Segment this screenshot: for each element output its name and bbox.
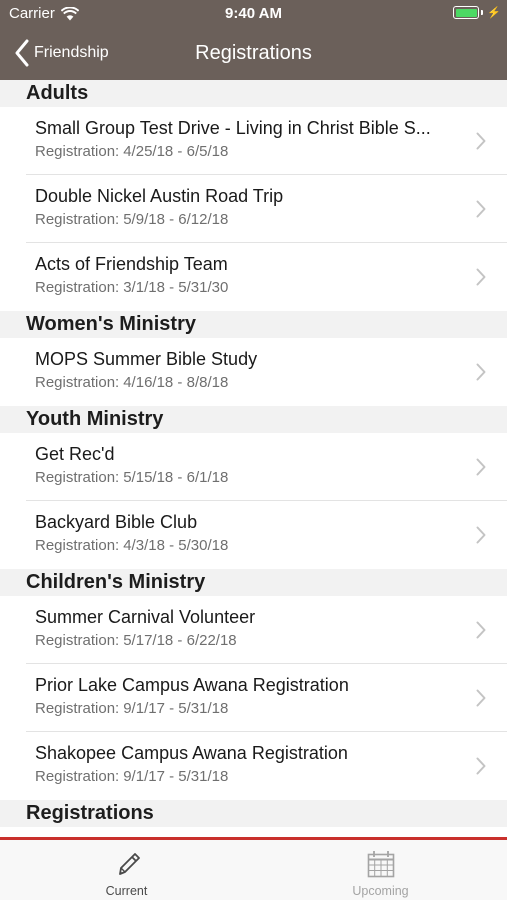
registration-label: Registration:	[35, 632, 120, 649]
tab-bar: Current Upcoming	[0, 837, 507, 900]
registration-row[interactable]: Prior Lake Campus Awana Registration Regi…	[26, 664, 507, 732]
registration-title: Summer Carnival Volunteer	[35, 607, 256, 627]
registration-list[interactable]: Adults Small Group Test Drive - Living in…	[0, 80, 507, 837]
registration-label: Registration:	[35, 537, 120, 554]
registration-label: Registration:	[35, 211, 120, 228]
registration-row[interactable]: Small Group Test Drive - Living in Chris…	[26, 107, 507, 175]
registration-dates: Registration: 5/17/18 - 6/22/18	[35, 632, 237, 649]
registration-title: Small Group Test Drive - Living in Chris…	[35, 118, 431, 138]
status-time: 9:40 AM	[225, 5, 282, 22]
registration-dates: Registration: 5/9/18 - 6/12/18	[35, 211, 228, 228]
section-header: Women's Ministry	[0, 311, 507, 338]
calendar-icon	[367, 851, 394, 878]
chevron-right-icon	[476, 526, 486, 544]
registration-dates: Registration: 4/16/18 - 8/8/18	[35, 374, 228, 391]
registration-label: Registration:	[35, 768, 120, 785]
section-header: Adults	[0, 80, 507, 107]
registration-dates: Registration: 4/25/18 - 6/5/18	[35, 143, 228, 160]
chevron-right-icon	[476, 268, 486, 286]
chevron-right-icon	[476, 132, 486, 150]
battery-tip	[481, 10, 484, 15]
registration-date-range: 4/16/18 - 8/8/18	[123, 374, 229, 391]
tab-current-label: Current	[105, 884, 148, 898]
registration-date-range: 9/1/17 - 5/31/18	[123, 768, 229, 785]
registration-title: Double Nickel Austin Road Trip	[35, 186, 284, 206]
header: Carrier 9:40 AM ⚡ Friendship Registratio…	[0, 0, 507, 80]
registration-title: MOPS Summer Bible Study	[35, 349, 258, 369]
chevron-right-icon	[476, 621, 486, 639]
registration-dates: Registration: 9/1/17 - 5/31/18	[35, 768, 228, 785]
registration-title: Get Rec'd	[35, 444, 115, 464]
registration-date-range: 5/15/18 - 6/1/18	[123, 469, 229, 486]
registration-dates: Registration: 5/15/18 - 6/1/18	[35, 469, 228, 486]
tab-upcoming[interactable]: Upcoming	[254, 840, 507, 900]
registration-date-range: 4/3/18 - 5/30/18	[123, 537, 229, 554]
registration-row[interactable]: Acts of Friendship Team Registration: 3/1/…	[26, 243, 507, 311]
registration-row[interactable]: Shakopee Campus Awana Registration Regist…	[26, 732, 507, 800]
tab-current[interactable]: Current	[0, 840, 253, 900]
registration-dates: Registration: 4/3/18 - 5/30/18	[35, 537, 228, 554]
registration-date-range: 5/17/18 - 6/22/18	[123, 632, 237, 649]
registration-date-range: 4/25/18 - 6/5/18	[123, 143, 229, 160]
section-header: Children's Ministry	[0, 569, 507, 596]
registration-title: Shakopee Campus Awana Registration	[35, 743, 348, 763]
registration-dates: Registration: 9/1/17 - 5/31/18	[35, 700, 228, 717]
registration-date-range: 5/9/18 - 6/12/18	[123, 211, 229, 228]
section-header: Registrations	[0, 800, 507, 827]
chevron-right-icon	[476, 200, 486, 218]
status-bar: Carrier 9:40 AM ⚡	[0, 0, 507, 28]
battery-indicator: ⚡	[453, 6, 501, 19]
registration-date-range: 9/1/17 - 5/31/18	[123, 700, 229, 717]
registration-row[interactable]: MOPS Summer Bible Study Registration: 4/16…	[26, 338, 507, 406]
chevron-right-icon	[476, 458, 486, 476]
registration-row[interactable]: Backyard Bible Club Registration: 4/3/18 -…	[26, 501, 507, 569]
back-button[interactable]: Friendship	[14, 38, 109, 68]
registration-label: Registration:	[35, 469, 120, 486]
charging-bolt-icon: ⚡	[487, 7, 501, 19]
registration-row[interactable]: Get Rec'd Registration: 5/15/18 - 6/1/18	[26, 433, 507, 501]
registration-dates: Registration: 3/1/18 - 5/31/30	[35, 279, 228, 296]
registration-title: Backyard Bible Club	[35, 512, 198, 532]
registration-label: Registration:	[35, 700, 120, 717]
battery-icon	[453, 6, 480, 19]
navigation-bar: Friendship Registrations	[0, 28, 507, 80]
pencil-icon	[118, 853, 140, 875]
tab-upcoming-label: Upcoming	[352, 884, 409, 898]
section-header: Youth Ministry	[0, 406, 507, 433]
registration-label: Registration:	[35, 143, 120, 160]
registration-title: Acts of Friendship Team	[35, 254, 228, 274]
chevron-left-icon	[15, 39, 29, 67]
chevron-right-icon	[476, 757, 486, 775]
registration-label: Registration:	[35, 374, 120, 391]
registration-date-range: 3/1/18 - 5/31/30	[123, 279, 229, 296]
chevron-right-icon	[476, 363, 486, 381]
registration-label: Registration:	[35, 279, 120, 296]
registration-row[interactable]: Double Nickel Austin Road Trip Registrati…	[26, 175, 507, 243]
registration-title: Prior Lake Campus Awana Registration	[35, 675, 349, 695]
battery-fill	[455, 8, 477, 17]
registration-row[interactable]: Summer Carnival Volunteer Registration: 5/…	[26, 596, 507, 664]
chevron-right-icon	[476, 689, 486, 707]
back-button-label: Friendship	[34, 44, 109, 61]
